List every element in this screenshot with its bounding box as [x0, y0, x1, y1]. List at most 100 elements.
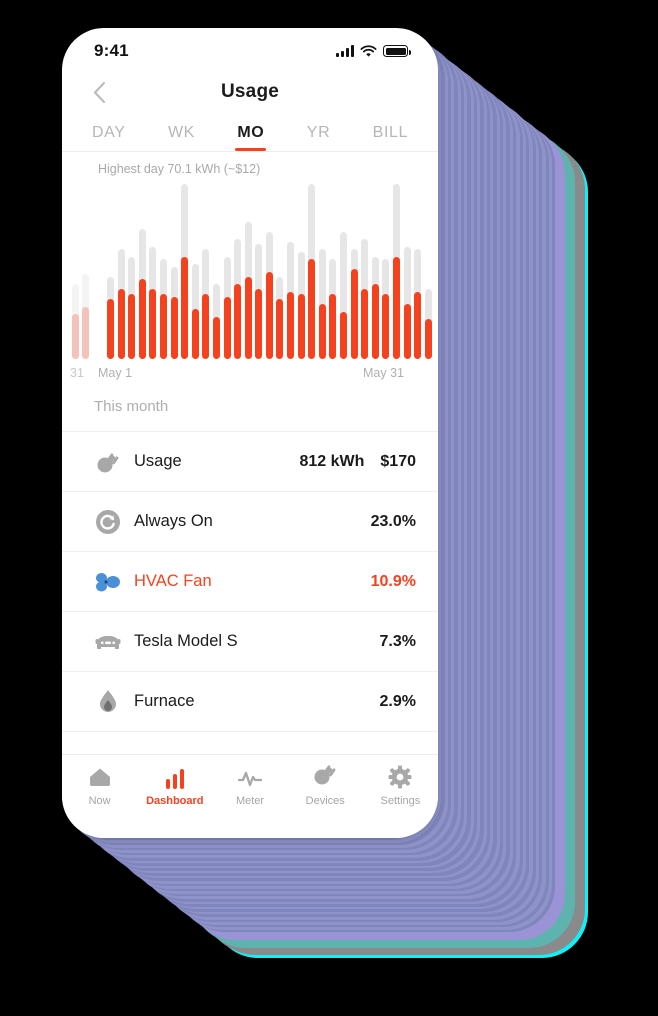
row-value: $170 [380, 452, 416, 470]
tab-bill[interactable]: BILL [373, 124, 408, 151]
row-value: 10.9% [370, 572, 416, 590]
chart-bar[interactable] [211, 184, 222, 359]
chart-bar[interactable] [179, 184, 190, 359]
axis-label-end: May 31 [363, 366, 404, 380]
usage-breakdown-list: Usage 812 kWh $170 Always On 23.0% HVAC Fan… [62, 432, 438, 792]
chart-bar[interactable] [116, 184, 127, 359]
chart-bar[interactable] [317, 184, 328, 359]
table-row[interactable]: Always On 23.0% [62, 492, 438, 552]
chart-bar-usage [170, 296, 178, 359]
chart-bar[interactable] [70, 184, 81, 359]
pulse-icon [237, 765, 263, 789]
row-secondary-value: 812 kWh [299, 452, 365, 470]
wifi-icon [360, 44, 377, 57]
chart-bar-usage [318, 304, 326, 359]
chart-bar[interactable] [105, 184, 116, 359]
axis-label-prev-month: 31 [70, 366, 84, 380]
nav-item-devices[interactable]: Devices [288, 765, 363, 838]
period-tabs: DAY WK MO YR BILL [62, 116, 438, 152]
tab-day[interactable]: DAY [92, 124, 126, 151]
chart-bar-usage [191, 309, 199, 359]
tab-wk[interactable]: WK [168, 124, 195, 151]
chart-bar[interactable] [412, 184, 423, 359]
table-row[interactable]: Usage 812 kWh $170 [62, 432, 438, 492]
nav-label: Dashboard [146, 795, 204, 807]
chart-bar[interactable] [201, 184, 212, 359]
status-icons [336, 44, 411, 58]
chart-plot-area [62, 184, 438, 359]
chart-bar[interactable] [306, 184, 317, 359]
nav-label: Meter [235, 795, 265, 807]
bottom-nav-bar: Now Dashboard Meter Devices Settings [62, 754, 438, 838]
table-row[interactable]: Tesla Model S 7.3% [62, 612, 438, 672]
chart-bar[interactable] [264, 184, 275, 359]
chart-bar-usage [234, 284, 242, 359]
chart-bar-usage [128, 294, 136, 359]
chart-bar-usage [361, 289, 369, 359]
nav-item-meter[interactable]: Meter [212, 765, 287, 838]
chart-note: Highest day 70.1 kWh (~$12) [98, 162, 261, 176]
chart-bar-usage [265, 271, 273, 359]
chart-bar[interactable] [359, 184, 370, 359]
row-label: HVAC Fan [134, 572, 212, 590]
status-time: 9:41 [94, 41, 129, 60]
chart-bar[interactable] [254, 184, 265, 359]
screenshot-canvas: 9:41 Usage DAY WK MO YR BILL Highest day… [0, 0, 658, 1016]
chart-bar-usage [382, 294, 390, 359]
chart-bar[interactable] [402, 184, 413, 359]
chart-bar[interactable] [148, 184, 159, 359]
chart-bar[interactable] [222, 184, 233, 359]
chart-bar[interactable] [328, 184, 339, 359]
gear-icon [388, 765, 412, 789]
chart-bar[interactable] [190, 184, 201, 359]
chart-bar[interactable] [243, 184, 254, 359]
row-label: Tesla Model S [134, 632, 238, 650]
table-row[interactable]: Furnace 2.9% [62, 672, 438, 732]
home-icon [88, 765, 112, 789]
nav-label: Devices [305, 795, 345, 807]
chart-bar[interactable] [423, 184, 434, 359]
chart-bar[interactable] [391, 184, 402, 359]
chart-bar[interactable] [275, 184, 286, 359]
chart-bar[interactable] [169, 184, 180, 359]
chart-bar[interactable] [285, 184, 296, 359]
table-row[interactable]: HVAC Fan 10.9% [62, 552, 438, 612]
bar-chart-icon [165, 765, 184, 789]
chart-bar-usage [340, 311, 348, 359]
plug-icon [86, 447, 130, 477]
nav-item-settings[interactable]: Settings [363, 765, 438, 838]
tab-mo[interactable]: MO [235, 124, 267, 151]
nav-item-now[interactable]: Now [62, 765, 137, 838]
chart-bar[interactable] [81, 184, 92, 359]
status-bar: 9:41 [62, 28, 438, 68]
chart-bar-usage [371, 284, 379, 359]
chart-bar[interactable] [158, 184, 169, 359]
chart-bar[interactable] [137, 184, 148, 359]
row-label: Furnace [134, 692, 195, 710]
page-title: Usage [220, 81, 280, 102]
chart-bar[interactable] [232, 184, 243, 359]
section-label: This month [62, 380, 438, 432]
chart-bar[interactable] [370, 184, 381, 359]
chart-bar-usage [117, 289, 125, 359]
plug-icon [310, 765, 340, 789]
chart-bar-usage [212, 316, 220, 359]
chart-bar[interactable] [126, 184, 137, 359]
chart-bar[interactable] [338, 184, 349, 359]
battery-icon [383, 45, 411, 57]
chart-bar[interactable] [296, 184, 307, 359]
chart-bar-usage [424, 319, 432, 359]
chart-bar[interactable] [349, 184, 360, 359]
nav-item-dashboard[interactable]: Dashboard [137, 765, 212, 838]
chart-bar-usage [297, 294, 305, 359]
chart-bar-usage [350, 269, 358, 359]
fan-icon [86, 567, 130, 597]
chart-bar[interactable] [381, 184, 392, 359]
chart-bar-usage [414, 291, 422, 359]
car-icon [86, 627, 130, 657]
droplet-icon [86, 687, 130, 717]
tab-yr[interactable]: YR [307, 124, 330, 151]
usage-chart: Highest day 70.1 kWh (~$12) May 1 May 31… [62, 152, 438, 380]
chart-bar-usage [138, 279, 146, 359]
nav-label: Settings [380, 795, 421, 807]
